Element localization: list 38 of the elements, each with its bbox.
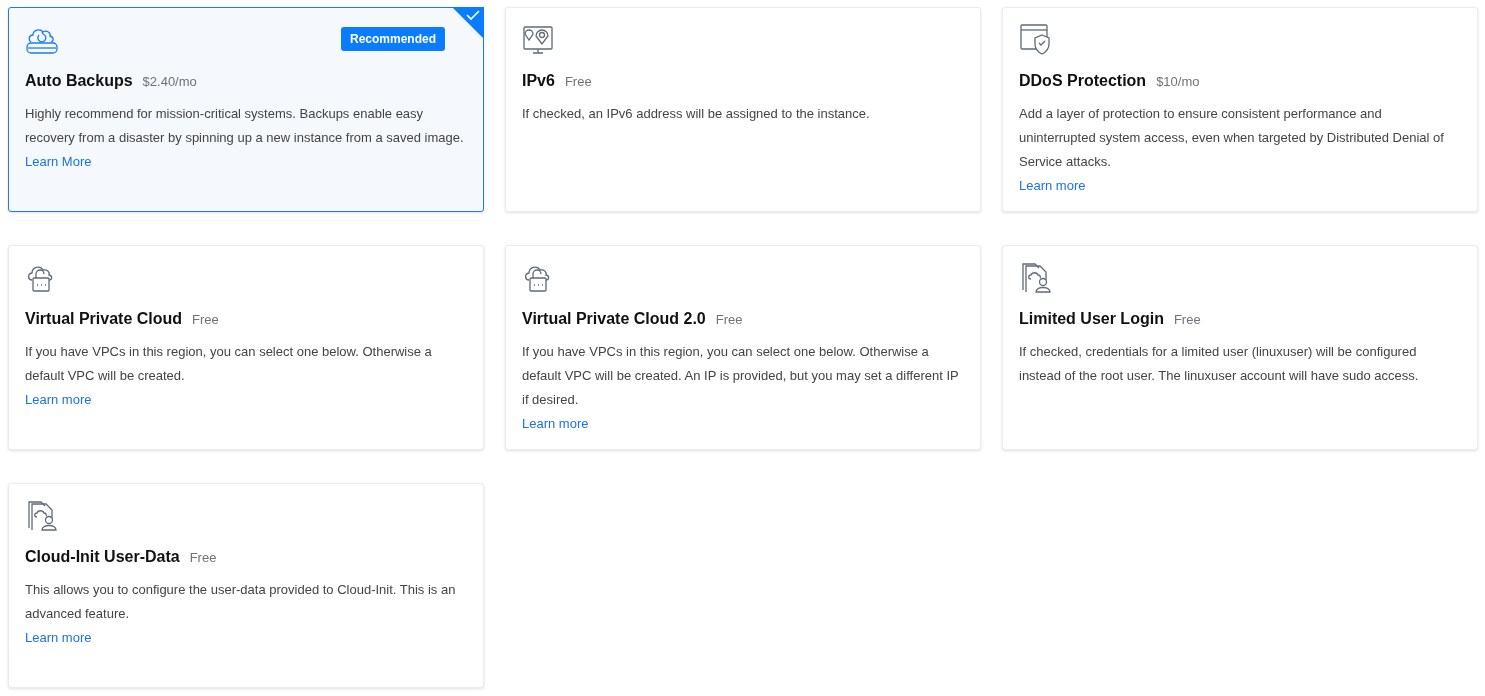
option-description: If you have VPCs in this region, you can select one below. Otherwise a default VPC will be created. An IP is provided, but you may set a different IP if desired. (522, 343, 960, 409)
option-price: Free (189, 550, 217, 565)
option-title: Virtual Private Cloud 2.0 (522, 310, 706, 328)
option-title: Cloud-Init User-Data (25, 548, 180, 566)
option-price: Free (1173, 312, 1201, 327)
option-title: DDoS Protection (1019, 72, 1147, 90)
user-document-icon (25, 498, 59, 532)
recommended-badge: Recommended (340, 27, 445, 51)
option-card[interactable] (505, 245, 981, 450)
option-card[interactable]: Cloud-Init User-Data Free This allows you to configure the user-data provided to Cloud-Init. This is an advanced feature. Learn more (8, 483, 484, 688)
learn-more-link[interactable]: Learn more (1019, 174, 1086, 198)
option-description: Highly recommend for mission-critical systems. Backups enable easy recovery from a disaster by spinning up a new instance from a saved image. (25, 105, 465, 147)
option-price: Free (564, 74, 592, 89)
option-card[interactable]: DDoS Protection $10/mo Add a layer of protection to ensure consistent performance and uninterrupted system access, even when targeted by Distributed Denial of Service attacks. Learn more (1002, 7, 1478, 212)
user-document-icon (1019, 260, 1053, 294)
option-price: $2.40/mo (142, 74, 197, 89)
learn-more-link[interactable]: Learn more (25, 388, 92, 412)
option-description: If checked, an IPv6 address will be assigned to the instance. (522, 105, 871, 123)
option-card[interactable]: IPv6 Free If checked, an IPv6 address will be assigned to the instance. (505, 7, 981, 212)
option-description: If checked, credentials for a limited user (linuxuser) will be configured instead of the root user. The linuxuser account will have sudo access. (1019, 343, 1420, 385)
browser-shield-icon (1019, 22, 1053, 56)
option-title: Auto Backups (25, 72, 133, 90)
option-title: Virtual Private Cloud (25, 310, 183, 328)
option-description: Add a layer of protection to ensure consistent performance and uninterrupted system access, even when targeted by Distributed Denial of Service attacks. (1019, 105, 1445, 171)
learn-more-link[interactable]: Learn More (25, 150, 92, 174)
option-description: If you have VPCs in this region, you can select one below. Otherwise a default VPC will be created. (25, 343, 433, 385)
option-card[interactable]: Limited User Login Free If checked, credentials for a limited user (linuxuser) will be configured instead of the root user. The linuxuser account will have sudo access. (1002, 245, 1478, 450)
checkmark-corner-icon (452, 7, 484, 39)
option-price: $10/mo (1156, 74, 1200, 89)
learn-more-link[interactable]: Learn more (522, 412, 589, 436)
option-card[interactable]: Recommended Auto Backups $2.40/mo Highly recommend for mission-critical systems. Backups enable easy recovery from a disaster by spinning up a new instance from a saved image. Learn More (8, 7, 484, 212)
option-title: IPv6 (522, 72, 555, 90)
option-price: Free (192, 312, 219, 327)
option-description: This allows you to configure the user-data provided to Cloud-Init. This is an advanced feature. (25, 581, 457, 623)
option-card[interactable]: Virtual Private Cloud Free If you have VPCs in this region, you can select one below. Otherwise a default VPC will be created. Learn more (8, 245, 484, 450)
option-price: Free (715, 312, 743, 327)
option-title: Limited User Login (1019, 310, 1164, 328)
learn-more-link[interactable]: Learn more (25, 626, 92, 650)
